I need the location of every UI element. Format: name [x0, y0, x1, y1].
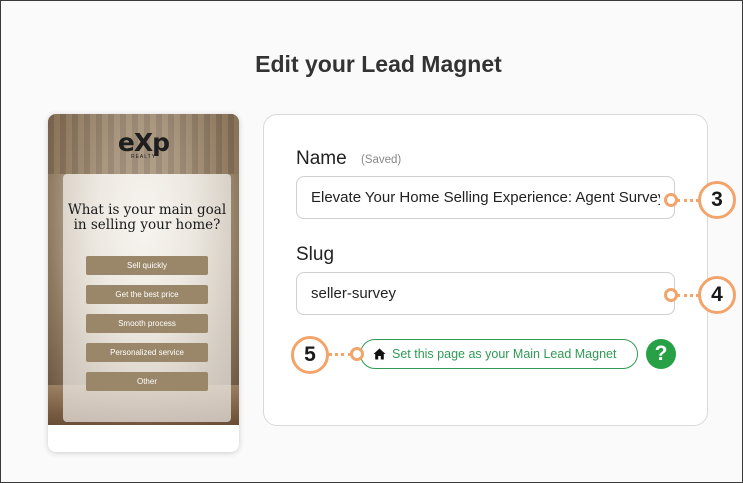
name-input[interactable] — [296, 176, 675, 219]
survey-option: Get the best price — [86, 285, 208, 304]
survey-option: Personalized service — [86, 343, 208, 362]
survey-question: What is your main goal in selling your h… — [67, 202, 227, 233]
set-main-lead-magnet-label: Set this page as your Main Lead Magnet — [392, 347, 617, 361]
callout-5-leader — [328, 353, 352, 356]
set-main-lead-magnet-button[interactable]: Set this page as your Main Lead Magnet — [360, 339, 638, 369]
callout-badge-3: 3 — [698, 181, 736, 219]
lead-magnet-preview: eXp REALTY What is your main goal in sel… — [48, 114, 239, 452]
callout-5-anchor — [350, 347, 364, 361]
help-icon[interactable]: ? — [646, 339, 676, 369]
callout-3-leader — [677, 199, 699, 202]
exp-realty-logo: eXp — [117, 128, 170, 157]
home-icon — [373, 348, 386, 360]
callout-badge-4: 4 — [698, 276, 736, 314]
callout-badge-5: 5 — [291, 336, 329, 374]
exp-realty-logo-subtext: REALTY — [130, 154, 157, 160]
lead-magnet-form: Name (Saved) Slug Set this page as your … — [263, 114, 708, 426]
slug-label: Slug — [296, 244, 335, 265]
name-saved-status: (Saved) — [361, 154, 402, 166]
survey-option: Sell quickly — [86, 256, 208, 275]
callout-4-anchor — [664, 288, 678, 302]
name-label: Name — [296, 148, 347, 169]
survey-option: Smooth process — [86, 314, 208, 333]
page-title: Edit your Lead Magnet — [255, 51, 502, 77]
survey-option: Other — [86, 372, 208, 391]
slug-input[interactable] — [296, 272, 675, 315]
callout-4-leader — [677, 294, 699, 297]
survey-panel: What is your main goal in selling your h… — [63, 174, 231, 422]
callout-3-anchor — [664, 193, 678, 207]
